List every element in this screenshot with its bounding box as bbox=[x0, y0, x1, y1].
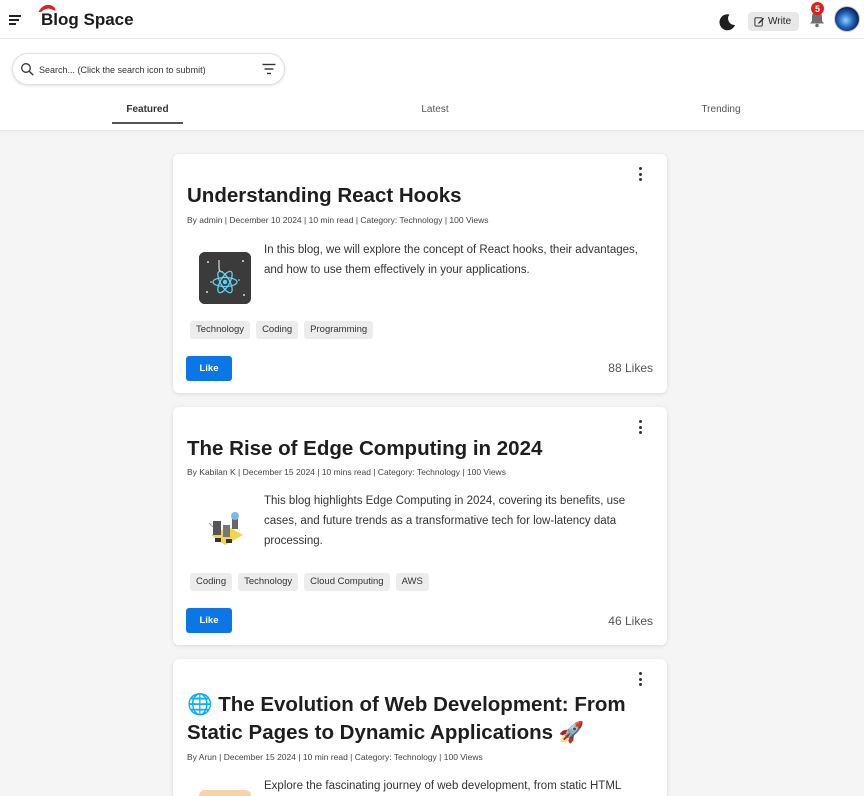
post-thumbnail bbox=[199, 790, 251, 796]
search-icon[interactable] bbox=[20, 62, 34, 76]
search-box bbox=[12, 53, 285, 85]
more-options-icon[interactable] bbox=[637, 167, 643, 181]
post-thumbnail bbox=[199, 252, 251, 304]
post-description: In this blog, we will explore the concep… bbox=[264, 244, 638, 276]
search-and-tabs-bar: Featured Latest Trending bbox=[0, 39, 864, 131]
write-button-label: Write bbox=[768, 16, 792, 27]
react-logo-icon bbox=[199, 252, 251, 304]
tag-chip[interactable]: Coding bbox=[256, 321, 299, 339]
post-meta: By admin | December 10 2024 | 10 min rea… bbox=[187, 215, 489, 225]
edit-pencil-icon bbox=[754, 17, 765, 27]
tab-trending[interactable]: Trending bbox=[686, 104, 756, 115]
notifications-button[interactable]: 5 bbox=[808, 2, 826, 29]
edge-computing-illustration-icon bbox=[199, 505, 251, 557]
post-description: This blog highlights Edge Computing in 2… bbox=[264, 495, 626, 547]
post-tags: Technology Coding Programming bbox=[190, 321, 374, 339]
post-thumbnail bbox=[199, 505, 251, 557]
filter-icon[interactable] bbox=[262, 63, 276, 75]
tag-chip[interactable]: Programming bbox=[304, 321, 374, 339]
post-card: 🌐 The Evolution of Web Development: From… bbox=[173, 659, 667, 796]
top-app-bar: Blog Space Write 5 bbox=[0, 0, 864, 39]
notification-count-badge: 5 bbox=[811, 2, 824, 15]
search-input[interactable] bbox=[39, 60, 249, 80]
tag-chip[interactable]: Technology bbox=[190, 321, 251, 339]
post-title[interactable]: 🌐 The Evolution of Web Development: From… bbox=[187, 691, 657, 747]
tab-featured[interactable]: Featured bbox=[112, 104, 183, 115]
post-description: Explore the fascinating journey of web d… bbox=[264, 780, 622, 792]
likes-count: 88 Likes bbox=[608, 361, 653, 375]
post-title[interactable]: The Rise of Edge Computing in 2024 bbox=[187, 435, 542, 463]
menu-icon[interactable] bbox=[9, 15, 21, 25]
post-meta: By Kabilan K | December 15 2024 | 10 min… bbox=[187, 467, 506, 477]
post-title[interactable]: Understanding React Hooks bbox=[187, 182, 462, 210]
likes-count: 46 Likes bbox=[608, 614, 653, 628]
like-button[interactable]: Like bbox=[186, 608, 232, 633]
write-button[interactable]: Write bbox=[748, 12, 799, 31]
post-meta: By Arun | December 15 2024 | 10 min read… bbox=[187, 752, 483, 762]
tag-chip[interactable]: Cloud Computing bbox=[304, 573, 390, 591]
tag-chip[interactable]: Technology bbox=[238, 573, 299, 591]
user-avatar[interactable] bbox=[834, 6, 860, 32]
more-options-icon[interactable] bbox=[637, 672, 643, 686]
tag-chip[interactable]: Coding bbox=[190, 573, 233, 591]
like-button[interactable]: Like bbox=[186, 356, 232, 381]
tab-latest[interactable]: Latest bbox=[400, 104, 470, 115]
dark-mode-moon-icon[interactable] bbox=[717, 12, 737, 32]
active-tab-indicator bbox=[112, 122, 183, 124]
app-title: Blog Space bbox=[41, 10, 134, 29]
post-card: The Rise of Edge Computing in 2024 By Ka… bbox=[173, 407, 667, 645]
tag-chip[interactable]: AWS bbox=[395, 573, 429, 591]
post-tags: Coding Technology Cloud Computing AWS bbox=[190, 573, 429, 591]
more-options-icon[interactable] bbox=[637, 420, 643, 434]
post-card: Understanding React Hooks By admin | Dec… bbox=[173, 154, 667, 393]
